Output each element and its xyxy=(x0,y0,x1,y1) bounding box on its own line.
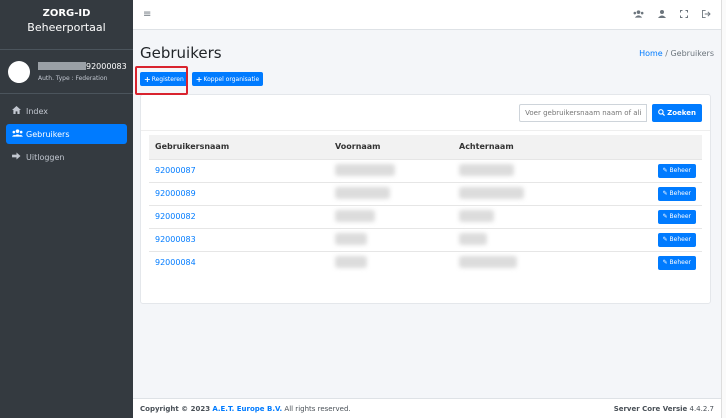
main-area: ≡ Gebruikers Home / Gebruikers + Registe… xyxy=(133,0,721,418)
brand-subtitle: Beheerportaal xyxy=(27,21,106,34)
top-navbar: ≡ xyxy=(133,0,721,30)
redacted-last-name xyxy=(459,163,514,176)
page-title: Gebruikers xyxy=(140,44,222,62)
app-frame: ZORG-ID Beheerportaal 92000083 Auth. Typ… xyxy=(0,0,722,418)
avatar xyxy=(8,60,30,83)
users-table: Gebruikersnaam Voornaam Achternaam 92000… xyxy=(149,135,702,274)
column-header-voornaam[interactable]: Voornaam xyxy=(329,135,453,159)
edit-icon: ✎ xyxy=(662,190,670,197)
breadcrumb: Home / Gebruikers xyxy=(639,49,714,58)
redacted-first-name xyxy=(335,232,367,245)
search-row: Zoeken xyxy=(141,95,710,131)
beheer-button[interactable]: ✎ Beheer xyxy=(657,163,696,178)
footer: Copyright © 2023 A.E.T. Europe B.V. All … xyxy=(133,398,721,418)
users-icon[interactable] xyxy=(633,9,644,20)
breadcrumb-home[interactable]: Home xyxy=(639,49,663,58)
redacted-first-name xyxy=(335,163,395,176)
redacted-last-name xyxy=(459,209,494,222)
username-link[interactable]: 92000082 xyxy=(155,212,196,221)
edit-icon: ✎ xyxy=(662,236,670,243)
edit-icon: ✎ xyxy=(662,167,670,174)
sidebar-item-label: Index xyxy=(26,106,49,116)
beheer-button[interactable]: ✎ Beheer xyxy=(657,186,696,201)
sidebar-nav: Index Gebruikers Uitloggen xyxy=(0,101,133,167)
scrollbar[interactable] xyxy=(722,0,726,418)
redacted-last-name xyxy=(459,255,517,268)
brand[interactable]: ZORG-ID Beheerportaal xyxy=(0,0,133,50)
koppel-organisatie-button[interactable]: + Koppel organisatie xyxy=(191,72,264,86)
table-row: 92000083 ✎ Beheer xyxy=(149,227,702,251)
beheer-button[interactable]: ✎ Beheer xyxy=(657,232,696,247)
search-button[interactable]: Zoeken xyxy=(652,103,702,122)
rights-text: All rights reserved. xyxy=(284,404,351,413)
auth-type: Auth. Type : Federation xyxy=(38,74,108,82)
register-button[interactable]: + Registeren xyxy=(140,72,188,86)
brand-title: ZORG-ID xyxy=(42,8,91,19)
table-row: 92000087 ✎ Beheer xyxy=(149,158,702,182)
content-header: Gebruikers Home / Gebruikers xyxy=(133,38,721,68)
version-info: Server Core Versie 4.4.2.7 xyxy=(613,404,714,413)
company-link[interactable]: A.E.T. Europe B.V. xyxy=(212,405,282,413)
users-icon xyxy=(12,129,26,139)
sidebar-item-index[interactable]: Index xyxy=(6,101,127,121)
plus-icon: + xyxy=(195,74,203,84)
plus-icon: + xyxy=(144,74,151,84)
sidebar-item-gebruikers[interactable]: Gebruikers xyxy=(6,124,127,144)
fullscreen-icon[interactable] xyxy=(680,9,688,20)
edit-icon: ✎ xyxy=(662,213,670,220)
redacted-username xyxy=(38,62,86,70)
table-row: 92000089 ✎ Beheer xyxy=(149,181,702,205)
redacted-first-name xyxy=(335,209,375,222)
beheer-button[interactable]: ✎ Beheer xyxy=(657,209,696,224)
breadcrumb-separator: / xyxy=(665,48,668,58)
users-card: Zoeken Gebruikersnaam Voornaam Achternaa… xyxy=(140,94,711,304)
logout-icon[interactable] xyxy=(702,9,711,20)
column-header-gebruikersnaam[interactable]: Gebruikersnaam xyxy=(149,135,329,159)
beheer-button[interactable]: ✎ Beheer xyxy=(657,255,696,270)
search-icon xyxy=(658,109,666,116)
redacted-first-name xyxy=(335,186,390,199)
username-link[interactable]: 92000087 xyxy=(155,166,196,175)
sidebar-item-label: Uitloggen xyxy=(26,152,65,162)
table-row: 92000082 ✎ Beheer xyxy=(149,204,702,228)
column-header-achternaam[interactable]: Achternaam xyxy=(453,135,603,159)
breadcrumb-current: Gebruikers xyxy=(670,48,714,58)
sidebar-item-label: Gebruikers xyxy=(26,129,70,139)
hamburger-menu-icon[interactable]: ≡ xyxy=(143,9,151,20)
username-link[interactable]: 92000089 xyxy=(155,189,196,198)
redacted-first-name xyxy=(335,255,367,268)
search-input[interactable] xyxy=(519,103,648,122)
sign-out-icon xyxy=(12,152,26,162)
home-icon xyxy=(12,106,26,116)
edit-icon: ✎ xyxy=(662,259,670,267)
table-row: 92000084 ✎ Beheer xyxy=(149,250,702,274)
redacted-last-name xyxy=(459,232,487,245)
sidebar-item-uitloggen[interactable]: Uitloggen xyxy=(6,147,127,167)
copyright-text: Copyright © 2023 xyxy=(140,404,211,413)
action-buttons: + Registeren + Koppel organisatie xyxy=(133,66,721,95)
username-link[interactable]: 92000083 xyxy=(155,235,196,244)
username-link[interactable]: 92000084 xyxy=(155,258,196,267)
user-icon[interactable] xyxy=(658,9,666,20)
column-header-actions xyxy=(603,135,702,159)
user-id: 92000083 xyxy=(86,61,127,71)
sidebar: ZORG-ID Beheerportaal 92000083 Auth. Typ… xyxy=(0,0,133,418)
user-panel: 92000083 Auth. Type : Federation xyxy=(0,50,133,94)
table-header-row: Gebruikersnaam Voornaam Achternaam xyxy=(149,135,702,159)
redacted-last-name xyxy=(459,186,524,199)
